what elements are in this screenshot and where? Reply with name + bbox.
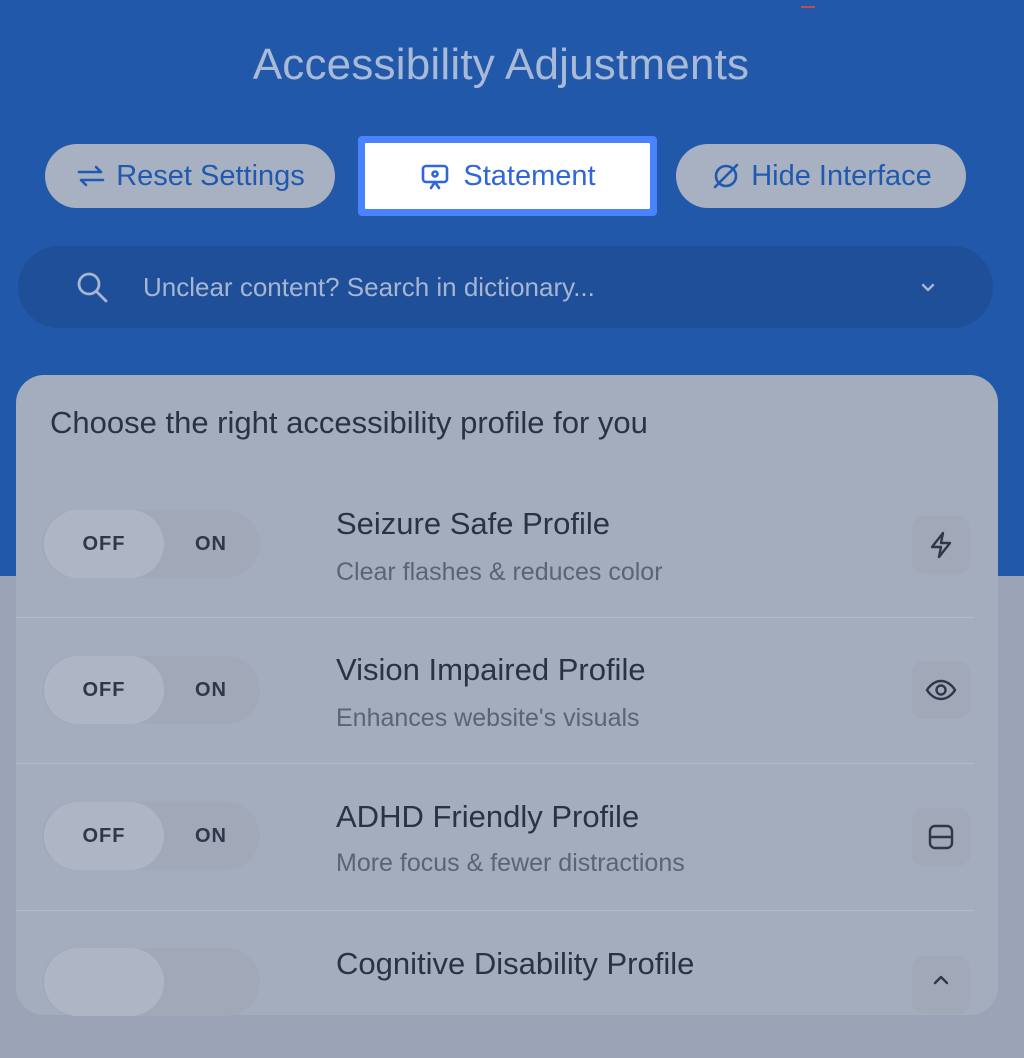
swap-arrows-icon bbox=[77, 165, 105, 187]
chevron-up-icon bbox=[912, 956, 970, 1014]
profile-row-cognitive-disability: Cognitive Disability Profile bbox=[16, 912, 998, 1058]
vision-impaired-toggle[interactable]: OFF ON bbox=[42, 656, 260, 724]
profile-name: Seizure Safe Profile bbox=[336, 506, 610, 541]
split-square-icon bbox=[912, 808, 970, 866]
toggle-on[interactable]: ON bbox=[166, 656, 256, 724]
toggle-on[interactable]: ON bbox=[166, 802, 256, 870]
toggle-off[interactable] bbox=[44, 948, 164, 1016]
profile-row-adhd-friendly: OFF ON ADHD Friendly Profile More focus … bbox=[16, 765, 998, 911]
toggle-off[interactable]: OFF bbox=[44, 802, 164, 870]
search-icon bbox=[77, 272, 108, 303]
toggle-off[interactable]: OFF bbox=[44, 510, 164, 578]
profile-description: More focus & fewer distractions bbox=[336, 849, 685, 877]
hide-icon bbox=[713, 163, 739, 189]
divider bbox=[16, 910, 974, 911]
top-indicator bbox=[801, 0, 815, 8]
toggle-on[interactable]: ON bbox=[166, 510, 256, 578]
reset-settings-button[interactable]: Reset Settings bbox=[45, 144, 335, 208]
profile-name: Vision Impaired Profile bbox=[336, 652, 646, 687]
page-title: Accessibility Adjustments bbox=[252, 40, 750, 89]
dictionary-search[interactable] bbox=[18, 246, 993, 328]
cognitive-disability-toggle[interactable] bbox=[42, 948, 260, 1016]
eye-icon bbox=[912, 661, 970, 719]
profile-description: Enhances website's visuals bbox=[336, 704, 640, 732]
toggle-off[interactable]: OFF bbox=[44, 656, 164, 724]
profiles-heading: Choose the right accessibility profile f… bbox=[50, 405, 648, 440]
lightning-icon bbox=[912, 516, 970, 574]
profile-row-seizure-safe: OFF ON Seizure Safe Profile Clear flashe… bbox=[16, 472, 998, 618]
profile-name: ADHD Friendly Profile bbox=[336, 799, 640, 834]
profile-name: Cognitive Disability Profile bbox=[336, 946, 695, 981]
divider bbox=[16, 763, 974, 764]
profile-description: Clear flashes & reduces color bbox=[336, 558, 663, 586]
seizure-safe-toggle[interactable]: OFF ON bbox=[42, 510, 260, 578]
hide-interface-button[interactable]: Hide Interface bbox=[676, 144, 966, 208]
presentation-icon bbox=[422, 164, 449, 190]
statement-label: Statement bbox=[463, 159, 596, 192]
dictionary-search-input[interactable] bbox=[141, 270, 905, 304]
reset-settings-label: Reset Settings bbox=[116, 159, 305, 192]
statement-button[interactable]: Statement bbox=[358, 136, 657, 216]
chevron-down-icon[interactable] bbox=[919, 278, 937, 296]
profile-row-vision-impaired: OFF ON Vision Impaired Profile Enhances … bbox=[16, 618, 998, 764]
hide-interface-label: Hide Interface bbox=[751, 159, 932, 192]
adhd-friendly-toggle[interactable]: OFF ON bbox=[42, 802, 260, 870]
